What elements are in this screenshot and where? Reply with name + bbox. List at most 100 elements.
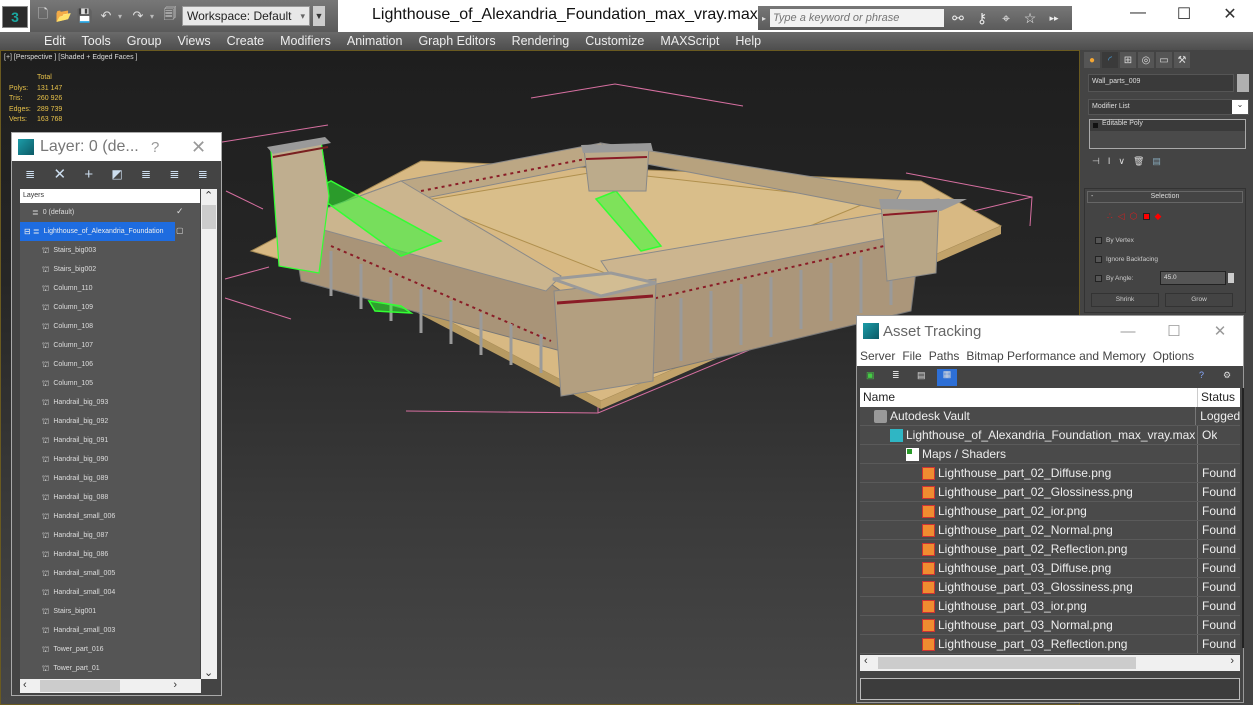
vertex-icon[interactable]: ∴ [1107, 211, 1113, 222]
border-icon[interactable]: ⬡ [1130, 211, 1138, 222]
layer-object-item[interactable]: ⛫ Column_110 [20, 279, 200, 298]
layer-object-item[interactable]: ⛫ Column_106 [20, 355, 200, 374]
layer-object-item[interactable]: ⛫ Handrail_small_004 [20, 583, 200, 602]
layer-selected[interactable]: ⊟ ≣ Lighthouse_of_Alexandria_Foundation [20, 222, 175, 241]
create-tab-icon[interactable]: ● [1084, 52, 1100, 68]
grow-button[interactable]: Grow [1165, 293, 1233, 307]
layer-horizontal-scrollbar[interactable]: ‹ › [20, 679, 201, 693]
menu-help[interactable]: Help [727, 32, 769, 50]
modify-tab-icon[interactable]: ◜ [1102, 52, 1118, 68]
scroll-right-icon[interactable]: › [173, 679, 177, 691]
asset-row[interactable]: Maps / Shaders [860, 445, 1240, 464]
menu-server[interactable]: Server [860, 349, 895, 363]
shrink-button[interactable]: Shrink [1091, 293, 1159, 307]
new-layer-icon[interactable]: ≣ [25, 167, 35, 181]
maximize-button[interactable]: ☐ [1161, 4, 1207, 26]
layer-vertical-scrollbar[interactable]: ⌃ ⌄ [201, 189, 217, 679]
redo-dropdown-icon[interactable]: ▾ [150, 12, 158, 21]
motion-tab-icon[interactable]: ◎ [1138, 52, 1154, 68]
star-icon[interactable]: ☆ [1020, 10, 1040, 27]
remove-modifier-icon[interactable]: 🗑 [1133, 156, 1144, 167]
layer-object-item[interactable]: ⛫ Stairs_big003 [20, 241, 200, 260]
layer-object-item[interactable]: ⛫ Handrail_big_087 [20, 526, 200, 545]
hierarchy-tab-icon[interactable]: ⊞ [1120, 52, 1136, 68]
layer-object-item[interactable]: ⛫ Handrail_small_005 [20, 564, 200, 583]
selection-rollout-header[interactable]: - Selection [1087, 191, 1243, 203]
make-unique-icon[interactable]: ∨ [1118, 156, 1125, 167]
menu-customize[interactable]: Customize [577, 32, 652, 50]
help-icon[interactable]: ? [1199, 370, 1204, 380]
utilities-tab-icon[interactable]: ⚒ [1174, 52, 1190, 68]
asset-row[interactable]: Lighthouse_part_03_ior.png Found [860, 597, 1240, 616]
hide-layers-icon[interactable]: ≣ [169, 167, 179, 181]
menu-create[interactable]: Create [219, 32, 273, 50]
viewport-label[interactable]: [+] [Perspective ] [Shaded + Edged Faces… [4, 54, 137, 61]
layer-object-item[interactable]: ⛫ Handrail_big_092 [20, 412, 200, 431]
column-status[interactable]: Status [1198, 388, 1235, 407]
save-icon[interactable]: 💾 [76, 7, 94, 25]
menu-paths[interactable]: Paths [929, 349, 960, 363]
layer-object-item[interactable]: ⛫ Handrail_big_093 [20, 393, 200, 412]
satellite-icon[interactable]: ⌖ [996, 10, 1016, 27]
search-input[interactable] [770, 9, 945, 27]
menu-rendering[interactable]: Rendering [504, 32, 578, 50]
layer-object-item[interactable]: ⛫ Column_109 [20, 298, 200, 317]
modifier-list-dropdown[interactable]: Modifier List ⌄ [1088, 99, 1249, 115]
object-color-swatch[interactable] [1237, 74, 1249, 92]
stack-item-editable-poly[interactable]: Editable Poly [1090, 120, 1245, 131]
scroll-right-icon[interactable]: › [1230, 655, 1234, 667]
more-icon[interactable]: ▸▸ [1044, 13, 1064, 24]
app-menu-button[interactable]: 3 [2, 6, 28, 28]
asset-row[interactable]: Lighthouse_part_03_Normal.png Found [860, 616, 1240, 635]
layer-object-item[interactable]: ⛫ Tower_part_01 [20, 659, 200, 678]
object-name-field[interactable]: Wall_parts_009 [1088, 74, 1234, 92]
asset-row[interactable]: Lighthouse_part_02_ior.png Found [860, 502, 1240, 521]
workspace-select[interactable]: Workspace: Default ▾ [182, 6, 310, 26]
asset-row[interactable]: Lighthouse_part_02_Diffuse.png Found [860, 464, 1240, 483]
layer-object-item[interactable]: ⛫ Column_107 [20, 336, 200, 355]
layer-object-item[interactable]: ⛫ Handrail_small_006 [20, 507, 200, 526]
asset-row[interactable]: Lighthouse_part_03_Reflection.png Found [860, 635, 1240, 654]
maximize-button[interactable]: ☐ [1151, 322, 1197, 340]
active-layer-check[interactable]: ✓ ▢ [176, 206, 184, 235]
add-to-layer-icon[interactable]: + [84, 166, 93, 183]
asset-row[interactable]: Lighthouse_part_03_Glossiness.png Found [860, 578, 1240, 597]
menu-graph-editors[interactable]: Graph Editors [410, 32, 503, 50]
layer-object-item[interactable]: ⛫ Handrail_big_091 [20, 431, 200, 450]
polygon-icon[interactable] [1142, 213, 1150, 220]
show-end-result-icon[interactable]: Ι [1108, 156, 1111, 167]
column-name[interactable]: Name [860, 388, 1198, 407]
menu-views[interactable]: Views [169, 32, 218, 50]
asset-row[interactable]: Lighthouse_part_03_Diffuse.png Found [860, 559, 1240, 578]
scroll-up-icon[interactable]: ⌃ [204, 189, 213, 202]
list-view-icon[interactable]: ≣ [892, 370, 900, 381]
asset-vertical-scrollbar[interactable] [1242, 388, 1244, 648]
angle-spinner[interactable] [1228, 273, 1234, 283]
highlight-layer-icon[interactable]: ≣ [141, 167, 151, 181]
element-icon[interactable]: ◆ [1155, 211, 1162, 222]
ignore-backfacing-checkbox[interactable]: Ignore Backfacing [1095, 256, 1158, 263]
minimize-button[interactable]: — [1115, 4, 1161, 26]
menu-bitmap-performance[interactable]: Bitmap Performance and Memory [966, 349, 1145, 363]
asset-row[interactable]: Lighthouse_part_02_Glossiness.png Found [860, 483, 1240, 502]
asset-tracking-titlebar[interactable]: Asset Tracking — ☐ ✕ [857, 316, 1243, 346]
asset-path-field[interactable] [860, 678, 1240, 700]
select-in-layer-icon[interactable]: ◩ [111, 167, 122, 181]
display-tab-icon[interactable]: ▭ [1156, 52, 1172, 68]
menu-maxscript[interactable]: MAXScript [652, 32, 727, 50]
redo-icon[interactable]: ↷ [129, 7, 147, 25]
undo-icon[interactable]: ↶ [97, 7, 115, 25]
table-view-icon[interactable]: ▤ [917, 370, 926, 381]
asset-row[interactable]: Lighthouse_part_02_Reflection.png Found [860, 540, 1240, 559]
menu-group[interactable]: Group [119, 32, 170, 50]
close-button[interactable]: ✕ [1207, 4, 1253, 26]
close-button[interactable]: ✕ [1197, 322, 1243, 340]
layer-object-item[interactable]: ⛫ Column_108 [20, 317, 200, 336]
layer-object-item[interactable]: ⛫ Stairs_big002 [20, 260, 200, 279]
vault-status-icon[interactable]: ▣ [866, 370, 875, 381]
edge-icon[interactable]: ◁ [1118, 211, 1125, 222]
project-folder-icon[interactable]: 🗐 [161, 6, 179, 25]
layer-object-item[interactable]: ⛫ Handrail_big_086 [20, 545, 200, 564]
layer-object-item[interactable]: ⛫ Handrail_small_003 [20, 621, 200, 640]
asset-horizontal-scrollbar[interactable]: ‹ › [860, 655, 1240, 671]
